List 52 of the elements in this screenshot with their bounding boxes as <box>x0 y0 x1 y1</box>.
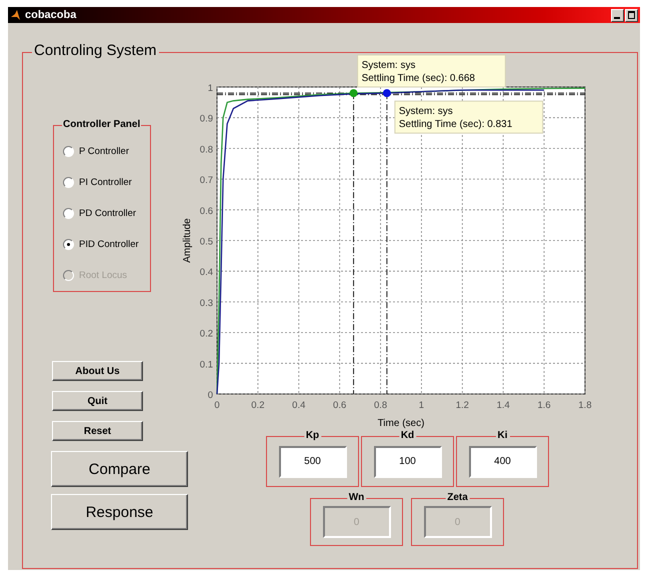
panel-title: Controling System <box>32 42 159 59</box>
datatip-text: System: sys <box>362 60 416 71</box>
parameter-label: Kp <box>304 430 322 441</box>
x-tick-label: 1.6 <box>538 400 551 411</box>
radio-option[interactable]: PID Controller <box>54 235 150 253</box>
maximize-button[interactable] <box>625 8 638 22</box>
datatip-text: Settling Time (sec): 0.668 <box>362 73 475 84</box>
parameter-label: Kd <box>398 430 416 441</box>
y-tick-label: 0.7 <box>200 175 213 186</box>
y-tick-label: 0.3 <box>200 298 213 309</box>
y-tick-label: 0.6 <box>200 206 213 217</box>
y-tick-label: 1 <box>208 83 213 94</box>
minimize-button[interactable] <box>611 8 624 22</box>
data-point-marker[interactable] <box>350 89 358 98</box>
y-tick-label: 0.9 <box>200 114 213 125</box>
app-icon <box>10 9 22 21</box>
parameter-label: Wn <box>346 492 366 503</box>
x-tick-label: 1.8 <box>578 400 592 411</box>
radio-option[interactable]: PD Controller <box>54 204 150 222</box>
radio-option[interactable]: PI Controller <box>54 173 150 191</box>
y-tick-label: 0 <box>208 390 213 401</box>
small-button[interactable]: Reset <box>52 421 143 441</box>
x-axis-label: Time (sec) <box>378 418 424 429</box>
data-point-marker[interactable] <box>382 89 391 98</box>
y-tick-label: 0.5 <box>200 236 213 248</box>
small-button[interactable]: About Us <box>52 361 143 381</box>
x-tick-label: 1 <box>418 400 424 411</box>
x-tick-label: 0.6 <box>333 400 346 411</box>
parameter-field[interactable]: 100 <box>374 446 442 478</box>
window-title: cobacoba <box>25 9 76 21</box>
controller-panel-title: Controller Panel <box>62 119 142 130</box>
small-button[interactable]: Quit <box>52 391 143 411</box>
x-tick-label: 0.4 <box>292 400 306 411</box>
y-tick-label: 0.4 <box>200 267 213 278</box>
action-button[interactable]: Compare <box>51 451 188 487</box>
y-tick-label: 0.1 <box>200 359 213 370</box>
x-tick-label: 1.2 <box>456 400 469 411</box>
parameter-field[interactable]: 400 <box>468 446 536 478</box>
radio-option[interactable]: P Controller <box>54 142 150 160</box>
parameter-label: Zeta <box>445 492 470 503</box>
y-tick-label: 0.2 <box>200 328 213 340</box>
x-tick-label: 1.4 <box>496 400 510 411</box>
action-button[interactable]: Response <box>51 494 188 530</box>
y-tick-label: 0.8 <box>200 144 213 156</box>
x-tick-label: 0.8 <box>374 400 388 411</box>
parameter-field[interactable]: 500 <box>278 446 346 478</box>
datatip-text: System: sys <box>398 106 453 118</box>
x-tick-label: 0.2 <box>251 400 264 411</box>
datatip-text: Settling Time (sec): 0.831 <box>398 119 512 130</box>
parameter-label: Ki <box>496 430 510 441</box>
x-tick-label: 0 <box>214 400 220 411</box>
y-axis-label: Amplitude <box>182 218 193 263</box>
